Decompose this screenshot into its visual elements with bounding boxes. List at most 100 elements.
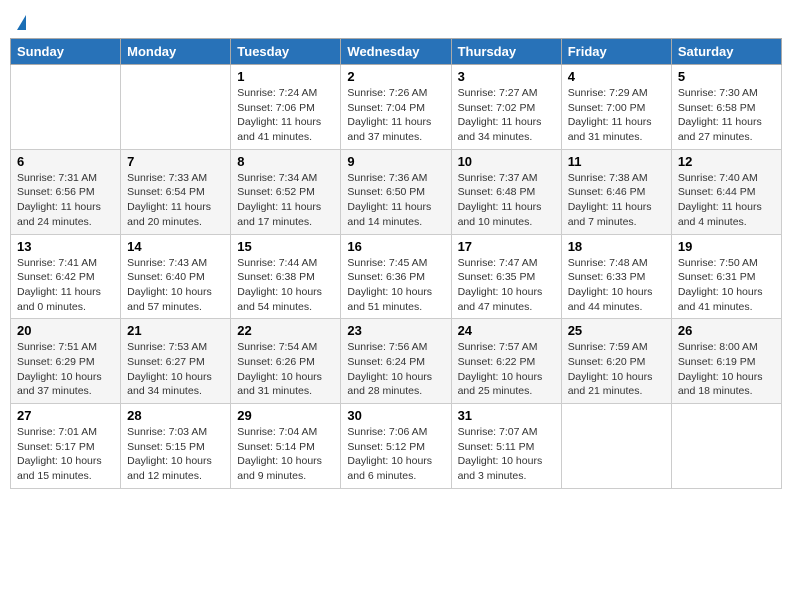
day-info: Sunrise: 7:27 AM Sunset: 7:02 PM Dayligh… [458, 86, 555, 145]
calendar-header-thursday: Thursday [451, 39, 561, 65]
day-number: 24 [458, 323, 555, 338]
day-number: 4 [568, 69, 665, 84]
day-info: Sunrise: 7:59 AM Sunset: 6:20 PM Dayligh… [568, 340, 665, 399]
calendar-cell: 28 Sunrise: 7:03 AM Sunset: 5:15 PM Dayli… [121, 404, 231, 489]
calendar-week-row: 6Sunrise: 7:31 AM Sunset: 6:56 PM Daylig… [11, 149, 782, 234]
calendar-cell [11, 65, 121, 150]
calendar-cell: 24 Sunrise: 7:57 AM Sunset: 6:22 PM Dayli… [451, 319, 561, 404]
calendar-cell: 25 Sunrise: 7:59 AM Sunset: 6:20 PM Dayli… [561, 319, 671, 404]
calendar-cell: 3 Sunrise: 7:27 AM Sunset: 7:02 PM Daylig… [451, 65, 561, 150]
calendar-cell: 2 Sunrise: 7:26 AM Sunset: 7:04 PM Daylig… [341, 65, 451, 150]
day-info: Sunrise: 7:03 AM Sunset: 5:15 PM Dayligh… [127, 425, 224, 484]
calendar-week-row: 13Sunrise: 7:41 AM Sunset: 6:42 PM Dayli… [11, 234, 782, 319]
calendar-cell [671, 404, 781, 489]
day-info: Sunrise: 7:53 AM Sunset: 6:27 PM Dayligh… [127, 340, 224, 399]
day-number: 18 [568, 239, 665, 254]
day-info: Sunrise: 7:57 AM Sunset: 6:22 PM Dayligh… [458, 340, 555, 399]
calendar-cell: 26 Sunrise: 8:00 AM Sunset: 6:19 PM Dayli… [671, 319, 781, 404]
day-info: Sunrise: 7:04 AM Sunset: 5:14 PM Dayligh… [237, 425, 334, 484]
day-info: Sunrise: 7:56 AM Sunset: 6:24 PM Dayligh… [347, 340, 444, 399]
day-number: 28 [127, 408, 224, 423]
logo [15, 15, 26, 30]
day-number: 11 [568, 154, 665, 169]
day-number: 1 [237, 69, 334, 84]
day-number: 26 [678, 323, 775, 338]
day-info: Sunrise: 7:26 AM Sunset: 7:04 PM Dayligh… [347, 86, 444, 145]
calendar-header-friday: Friday [561, 39, 671, 65]
calendar-header-saturday: Saturday [671, 39, 781, 65]
day-number: 20 [17, 323, 114, 338]
day-info: Sunrise: 7:38 AM Sunset: 6:46 PM Dayligh… [568, 171, 665, 230]
calendar-cell: 14 Sunrise: 7:43 AM Sunset: 6:40 PM Dayli… [121, 234, 231, 319]
calendar-cell: 10Sunrise: 7:37 AM Sunset: 6:48 PM Dayli… [451, 149, 561, 234]
page-header [10, 10, 782, 30]
day-number: 23 [347, 323, 444, 338]
day-info: Sunrise: 7:01 AM Sunset: 5:17 PM Dayligh… [17, 425, 114, 484]
day-info: Sunrise: 7:40 AM Sunset: 6:44 PM Dayligh… [678, 171, 775, 230]
day-info: Sunrise: 7:36 AM Sunset: 6:50 PM Dayligh… [347, 171, 444, 230]
calendar-cell: 17 Sunrise: 7:47 AM Sunset: 6:35 PM Dayli… [451, 234, 561, 319]
calendar-cell: 27 Sunrise: 7:01 AM Sunset: 5:17 PM Dayli… [11, 404, 121, 489]
calendar-week-row: 27 Sunrise: 7:01 AM Sunset: 5:17 PM Dayli… [11, 404, 782, 489]
day-number: 31 [458, 408, 555, 423]
day-info: Sunrise: 7:24 AM Sunset: 7:06 PM Dayligh… [237, 86, 334, 145]
day-info: Sunrise: 7:33 AM Sunset: 6:54 PM Dayligh… [127, 171, 224, 230]
logo-triangle-icon [17, 15, 26, 30]
day-info: Sunrise: 7:48 AM Sunset: 6:33 PM Dayligh… [568, 256, 665, 315]
day-number: 30 [347, 408, 444, 423]
calendar-cell: 4Sunrise: 7:29 AM Sunset: 7:00 PM Daylig… [561, 65, 671, 150]
calendar-cell: 15 Sunrise: 7:44 AM Sunset: 6:38 PM Dayli… [231, 234, 341, 319]
day-number: 29 [237, 408, 334, 423]
day-number: 7 [127, 154, 224, 169]
day-info: Sunrise: 7:44 AM Sunset: 6:38 PM Dayligh… [237, 256, 334, 315]
calendar-cell: 11 Sunrise: 7:38 AM Sunset: 6:46 PM Dayli… [561, 149, 671, 234]
calendar-cell: 29 Sunrise: 7:04 AM Sunset: 5:14 PM Dayli… [231, 404, 341, 489]
calendar-week-row: 1 Sunrise: 7:24 AM Sunset: 7:06 PM Daylig… [11, 65, 782, 150]
day-number: 19 [678, 239, 775, 254]
day-info: Sunrise: 7:54 AM Sunset: 6:26 PM Dayligh… [237, 340, 334, 399]
day-info: Sunrise: 7:30 AM Sunset: 6:58 PM Dayligh… [678, 86, 775, 145]
calendar-cell: 9 Sunrise: 7:36 AM Sunset: 6:50 PM Daylig… [341, 149, 451, 234]
day-number: 22 [237, 323, 334, 338]
day-number: 15 [237, 239, 334, 254]
calendar-cell: 6Sunrise: 7:31 AM Sunset: 6:56 PM Daylig… [11, 149, 121, 234]
day-info: Sunrise: 7:41 AM Sunset: 6:42 PM Dayligh… [17, 256, 114, 315]
day-info: Sunrise: 7:06 AM Sunset: 5:12 PM Dayligh… [347, 425, 444, 484]
day-info: Sunrise: 7:37 AM Sunset: 6:48 PM Dayligh… [458, 171, 555, 230]
calendar-cell: 18 Sunrise: 7:48 AM Sunset: 6:33 PM Dayli… [561, 234, 671, 319]
day-number: 16 [347, 239, 444, 254]
calendar-cell: 21Sunrise: 7:53 AM Sunset: 6:27 PM Dayli… [121, 319, 231, 404]
day-info: Sunrise: 7:51 AM Sunset: 6:29 PM Dayligh… [17, 340, 114, 399]
calendar-week-row: 20 Sunrise: 7:51 AM Sunset: 6:29 PM Dayli… [11, 319, 782, 404]
day-number: 14 [127, 239, 224, 254]
day-number: 17 [458, 239, 555, 254]
day-number: 2 [347, 69, 444, 84]
calendar-header-row: SundayMondayTuesdayWednesdayThursdayFrid… [11, 39, 782, 65]
calendar-cell: 1 Sunrise: 7:24 AM Sunset: 7:06 PM Daylig… [231, 65, 341, 150]
calendar-header-tuesday: Tuesday [231, 39, 341, 65]
day-info: Sunrise: 7:31 AM Sunset: 6:56 PM Dayligh… [17, 171, 114, 230]
calendar-cell: 30 Sunrise: 7:06 AM Sunset: 5:12 PM Dayli… [341, 404, 451, 489]
day-info: Sunrise: 7:50 AM Sunset: 6:31 PM Dayligh… [678, 256, 775, 315]
calendar-header-sunday: Sunday [11, 39, 121, 65]
calendar-cell: 31Sunrise: 7:07 AM Sunset: 5:11 PM Dayli… [451, 404, 561, 489]
calendar-cell [561, 404, 671, 489]
day-number: 12 [678, 154, 775, 169]
calendar-cell: 13Sunrise: 7:41 AM Sunset: 6:42 PM Dayli… [11, 234, 121, 319]
calendar-header-monday: Monday [121, 39, 231, 65]
day-number: 9 [347, 154, 444, 169]
calendar-cell: 7 Sunrise: 7:33 AM Sunset: 6:54 PM Daylig… [121, 149, 231, 234]
calendar-cell: 5Sunrise: 7:30 AM Sunset: 6:58 PM Daylig… [671, 65, 781, 150]
day-info: Sunrise: 7:34 AM Sunset: 6:52 PM Dayligh… [237, 171, 334, 230]
day-number: 8 [237, 154, 334, 169]
day-number: 27 [17, 408, 114, 423]
calendar-cell: 23 Sunrise: 7:56 AM Sunset: 6:24 PM Dayli… [341, 319, 451, 404]
day-info: Sunrise: 7:43 AM Sunset: 6:40 PM Dayligh… [127, 256, 224, 315]
day-number: 25 [568, 323, 665, 338]
day-number: 3 [458, 69, 555, 84]
calendar-table: SundayMondayTuesdayWednesdayThursdayFrid… [10, 38, 782, 489]
day-info: Sunrise: 8:00 AM Sunset: 6:19 PM Dayligh… [678, 340, 775, 399]
calendar-cell [121, 65, 231, 150]
day-info: Sunrise: 7:47 AM Sunset: 6:35 PM Dayligh… [458, 256, 555, 315]
calendar-cell: 22 Sunrise: 7:54 AM Sunset: 6:26 PM Dayli… [231, 319, 341, 404]
